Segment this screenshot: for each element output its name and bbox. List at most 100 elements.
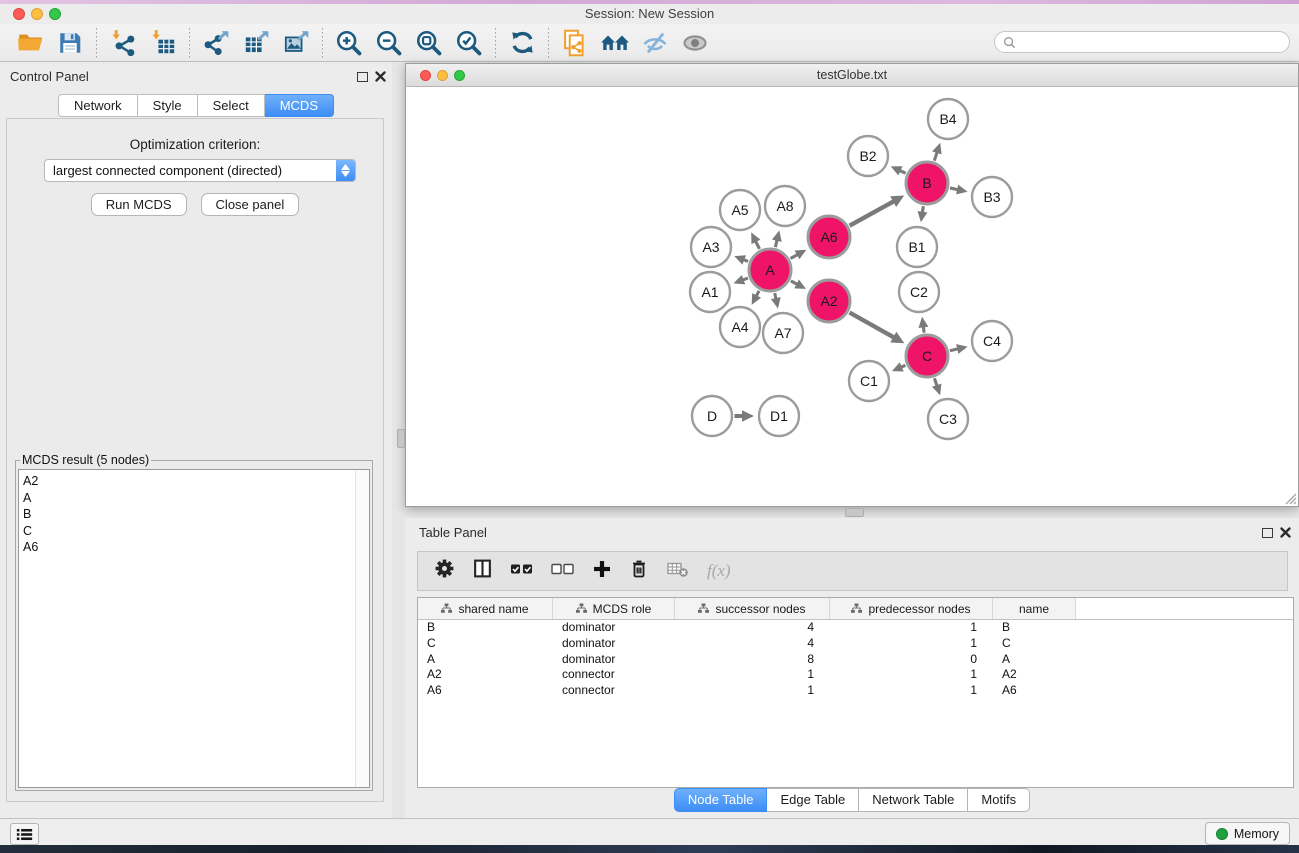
table-cell[interactable]: B [993, 620, 1076, 636]
table-cell[interactable]: A2 [418, 667, 553, 683]
table-cell[interactable]: connector [553, 667, 675, 683]
graph-edge-A6-B[interactable] [850, 201, 894, 226]
network-canvas[interactable]: AA1A2A3A4A5A6A7A8BB1B2B3B4CC1C2C3C4DD1 [406, 87, 1298, 506]
tab-select[interactable]: Select [198, 94, 265, 117]
table-cell[interactable]: 0 [830, 652, 993, 668]
table-cell[interactable]: A [993, 652, 1076, 668]
graph-edge-A-A5[interactable] [755, 241, 759, 249]
delete-table-button[interactable] [666, 559, 690, 584]
column-header-predecessor-nodes[interactable]: predecessor nodes [830, 598, 993, 619]
new-network-from-selection-button[interactable] [555, 27, 595, 59]
export-table-button[interactable] [236, 27, 276, 59]
tab-style[interactable]: Style [138, 94, 198, 117]
show-panels-list-button[interactable] [10, 823, 39, 845]
mcds-result-item[interactable]: A2 [19, 473, 369, 490]
hide-selected-button[interactable] [635, 27, 675, 59]
table-cell[interactable]: 1 [675, 683, 830, 699]
show-columns-button[interactable] [472, 558, 493, 584]
tab-mcds[interactable]: MCDS [265, 94, 334, 117]
horizontal-split-handle[interactable] [845, 508, 864, 517]
zoom-fit-button[interactable] [409, 27, 449, 59]
table-row[interactable]: Cdominator41C [418, 636, 1293, 652]
float-panel-icon[interactable] [357, 72, 368, 82]
table-cell[interactable]: 1 [830, 683, 993, 699]
zoom-selected-button[interactable] [449, 27, 489, 59]
table-row[interactable]: Adominator80A [418, 652, 1293, 668]
graph-edge-A-A8[interactable] [775, 240, 777, 247]
column-header-successor-nodes[interactable]: successor nodes [675, 598, 830, 619]
column-header-shared-name[interactable]: shared name [418, 598, 553, 619]
toolbar-search-field[interactable] [994, 31, 1290, 53]
table-cell[interactable]: 1 [675, 667, 830, 683]
combobox-stepper-icon[interactable] [336, 160, 355, 181]
graph-edge-A2-C[interactable] [849, 313, 894, 338]
table-cell[interactable]: A2 [993, 667, 1076, 683]
open-session-button[interactable] [10, 27, 50, 59]
network-window-titlebar[interactable]: testGlobe.txt [406, 64, 1298, 87]
zoom-out-button[interactable] [369, 27, 409, 59]
run-mcds-button[interactable]: Run MCDS [91, 193, 187, 216]
mcds-result-item[interactable]: A6 [19, 539, 369, 556]
tab-motifs[interactable]: Motifs [968, 788, 1030, 812]
table-row[interactable]: Bdominator41B [418, 620, 1293, 636]
memory-button[interactable]: Memory [1205, 822, 1290, 845]
float-table-panel-icon[interactable] [1262, 528, 1273, 538]
table-cell[interactable]: A [418, 652, 553, 668]
table-cell[interactable]: 4 [675, 636, 830, 652]
table-cell[interactable]: A6 [993, 683, 1076, 699]
zoom-in-button[interactable] [329, 27, 369, 59]
table-cell[interactable]: 1 [830, 636, 993, 652]
graph-edge-C-C3[interactable] [934, 378, 937, 386]
tab-network-table[interactable]: Network Table [859, 788, 968, 812]
graph-edge-A-A6[interactable] [791, 254, 798, 258]
import-network-button[interactable] [103, 27, 143, 59]
select-all-columns-button[interactable] [510, 561, 534, 582]
table-cell[interactable]: 8 [675, 652, 830, 668]
graph-edge-B-B3[interactable] [950, 188, 958, 190]
add-column-button[interactable] [592, 559, 612, 584]
table-cell[interactable]: 4 [675, 620, 830, 636]
deselect-all-columns-button[interactable] [551, 561, 575, 582]
table-cell[interactable]: C [993, 636, 1076, 652]
tab-network[interactable]: Network [58, 94, 138, 117]
table-cell[interactable]: 1 [830, 667, 993, 683]
close-panel-icon[interactable] [375, 71, 386, 82]
delete-column-button[interactable] [629, 558, 649, 584]
table-cell[interactable]: dominator [553, 652, 675, 668]
graph-edge-B-B4[interactable] [934, 152, 937, 161]
table-cell[interactable]: connector [553, 683, 675, 699]
search-input[interactable] [1021, 34, 1281, 50]
graph-edge-B-B2[interactable] [900, 170, 906, 173]
graph-edge-C-C4[interactable] [950, 349, 958, 351]
show-selected-button[interactable] [675, 27, 715, 59]
table-cell[interactable]: C [418, 636, 553, 652]
result-list-scrollbar[interactable] [355, 470, 369, 787]
show-all-networks-button[interactable] [595, 27, 635, 59]
table-row[interactable]: A6connector11A6 [418, 683, 1293, 699]
tab-edge-table[interactable]: Edge Table [767, 788, 859, 812]
vertical-split-handle[interactable] [397, 429, 405, 448]
mcds-result-item[interactable]: C [19, 523, 369, 540]
function-builder-button[interactable]: f(x) [707, 561, 731, 581]
close-panel-button[interactable]: Close panel [201, 193, 300, 216]
tab-node-table[interactable]: Node Table [674, 788, 768, 812]
mcds-result-item[interactable]: B [19, 506, 369, 523]
table-options-gear-button[interactable] [434, 558, 455, 584]
table-cell[interactable]: dominator [553, 620, 675, 636]
import-table-button[interactable] [143, 27, 183, 59]
resize-grip-icon[interactable] [1284, 492, 1297, 505]
column-header-name[interactable]: name [993, 598, 1076, 619]
export-image-button[interactable] [276, 27, 316, 59]
criterion-select[interactable]: largest connected component (directed) [44, 159, 356, 182]
refresh-layout-button[interactable] [502, 27, 542, 59]
export-network-button[interactable] [196, 27, 236, 59]
graph-edge-A-A2[interactable] [791, 281, 798, 284]
table-cell[interactable]: 1 [830, 620, 993, 636]
column-header-mcds-role[interactable]: MCDS role [553, 598, 675, 619]
table-cell[interactable]: B [418, 620, 553, 636]
table-row[interactable]: A2connector11A2 [418, 667, 1293, 683]
save-session-button[interactable] [50, 27, 90, 59]
table-cell[interactable]: dominator [553, 636, 675, 652]
mcds-result-item[interactable]: A [19, 490, 369, 507]
network-graph[interactable]: AA1A2A3A4A5A6A7A8BB1B2B3B4CC1C2C3C4DD1 [406, 87, 1298, 506]
